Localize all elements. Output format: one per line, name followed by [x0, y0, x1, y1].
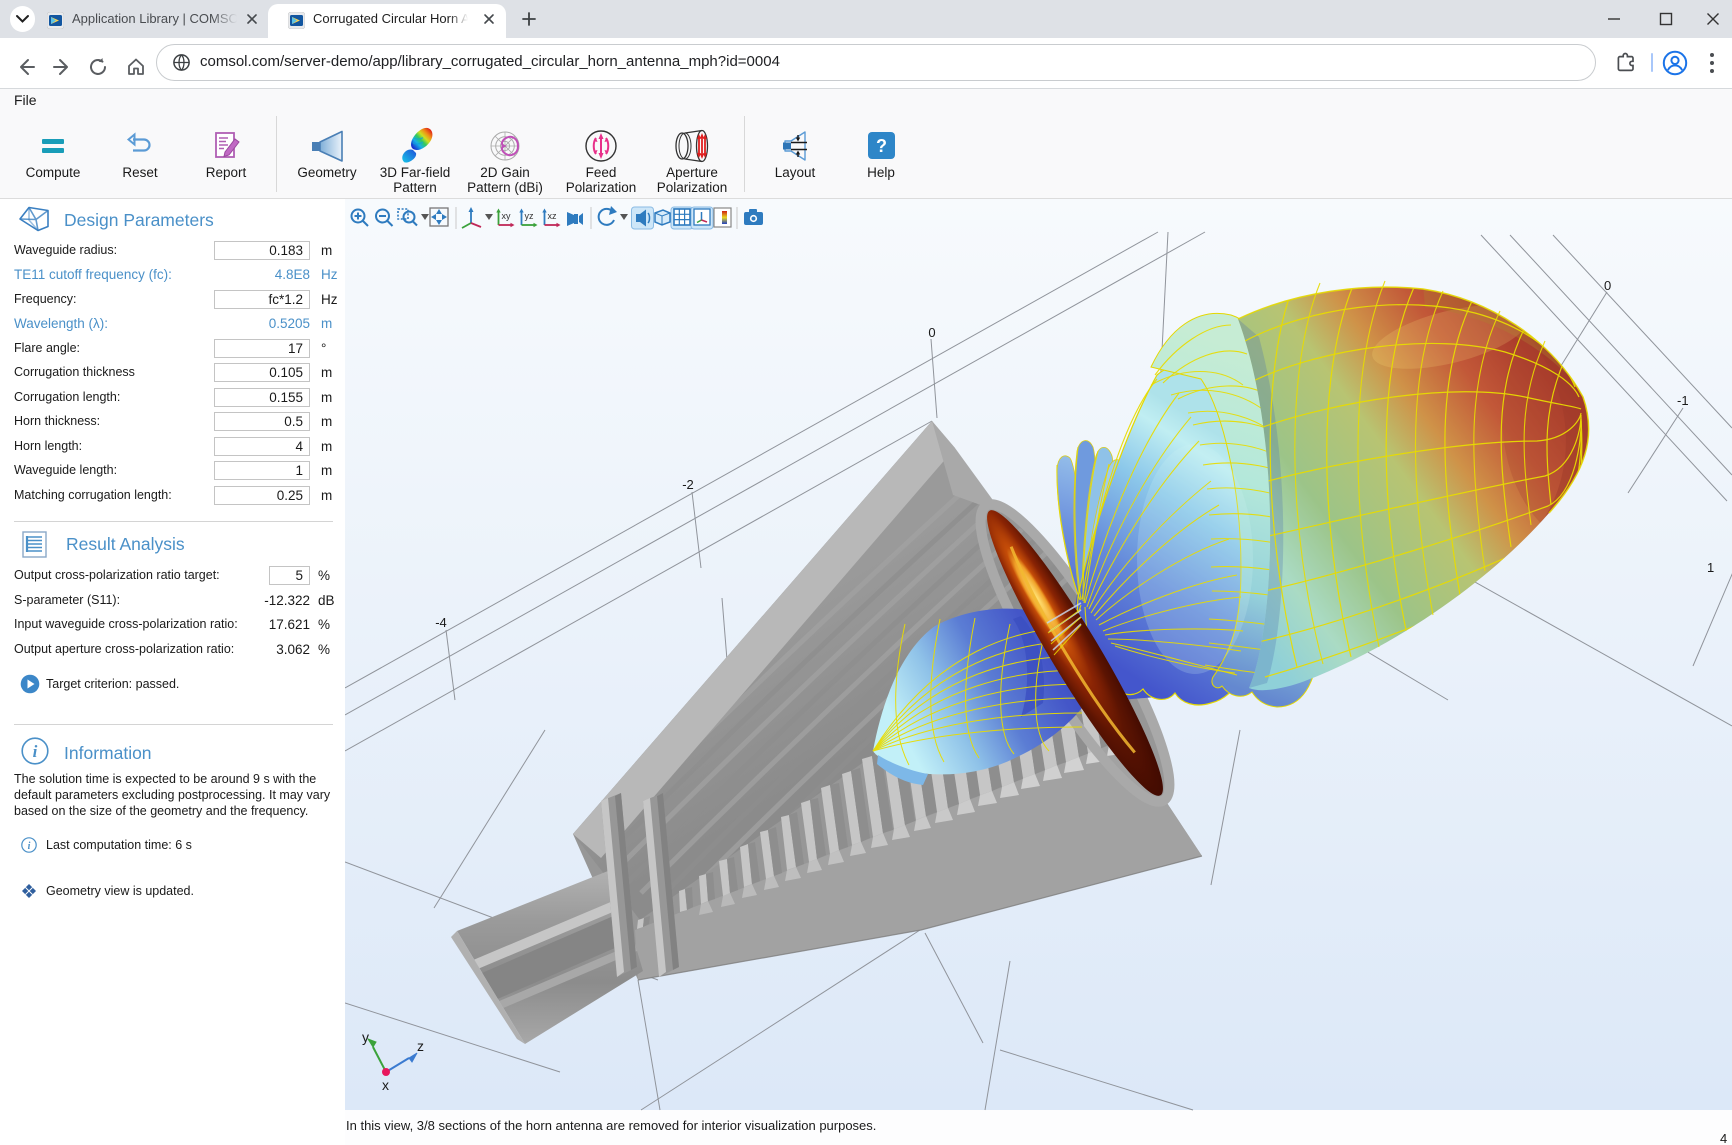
svg-text:y: y — [362, 1029, 369, 1045]
svg-text:xz: xz — [548, 211, 558, 221]
svg-text:yz: yz — [525, 211, 535, 221]
svg-text:i: i — [33, 742, 38, 761]
svg-text:x: x — [382, 1077, 389, 1093]
svg-text:xy: xy — [502, 211, 512, 221]
svg-text:1: 1 — [1707, 560, 1714, 575]
svg-text:0: 0 — [928, 325, 935, 340]
svg-text:?: ? — [876, 136, 887, 156]
svg-text:-2: -2 — [682, 477, 694, 492]
svg-text:i: i — [28, 841, 31, 852]
svg-text:-4: -4 — [435, 615, 447, 630]
svg-text:4: 4 — [1720, 1131, 1727, 1145]
svg-text:-1: -1 — [1677, 393, 1689, 408]
svg-text:z: z — [417, 1038, 424, 1054]
svg-text:0: 0 — [1604, 278, 1611, 293]
